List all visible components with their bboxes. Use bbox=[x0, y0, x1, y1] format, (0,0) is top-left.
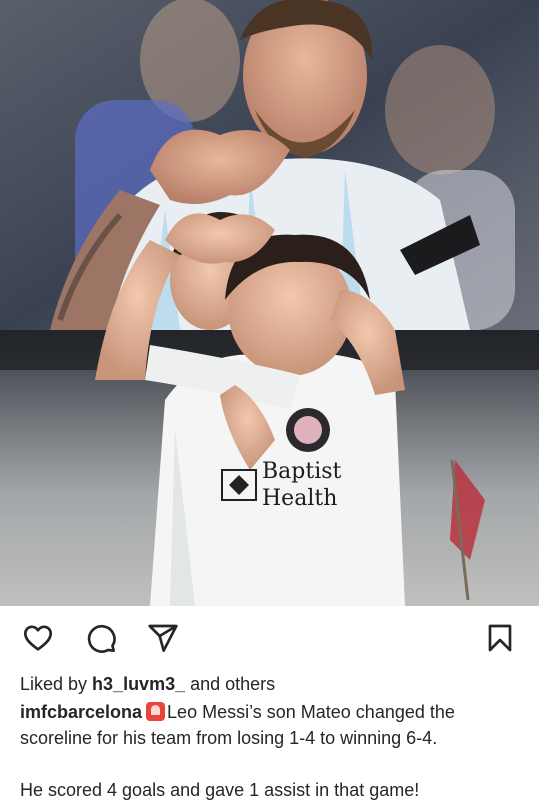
comment-button[interactable] bbox=[83, 620, 119, 656]
jersey-sponsor-line2: Health bbox=[262, 486, 337, 511]
caption: imfcbarcelona Leo Messi’s son Mateo chang… bbox=[20, 699, 525, 751]
like-button[interactable] bbox=[20, 620, 56, 656]
likes-summary[interactable]: Liked by h3_luvm3_ and others bbox=[20, 671, 525, 697]
send-icon bbox=[148, 624, 178, 652]
post-text: Liked by h3_luvm3_ and others imfcbarcel… bbox=[20, 671, 525, 803]
heart-icon bbox=[24, 625, 52, 651]
liked-by-username[interactable]: h3_luvm3_ bbox=[92, 674, 185, 694]
share-button[interactable] bbox=[145, 620, 181, 656]
post-photo[interactable]: Baptist Health bbox=[0, 0, 539, 606]
caption-second-paragraph: He scored 4 goals and gave 1 assist in t… bbox=[20, 780, 420, 800]
save-button[interactable] bbox=[482, 620, 518, 656]
bookmark-icon bbox=[488, 624, 512, 652]
police-light-emoji-icon bbox=[146, 702, 166, 721]
post-action-bar bbox=[0, 612, 539, 664]
likes-suffix: and others bbox=[185, 674, 276, 694]
likes-prefix: Liked by bbox=[20, 674, 93, 694]
jersey-sponsor-line1: Baptist bbox=[262, 459, 342, 484]
instagram-post: Baptist Health Liked by h3_luvm3_ and ot… bbox=[0, 0, 539, 808]
comment-icon bbox=[87, 624, 116, 653]
caption-username[interactable]: imfcbarcelona bbox=[20, 702, 142, 722]
